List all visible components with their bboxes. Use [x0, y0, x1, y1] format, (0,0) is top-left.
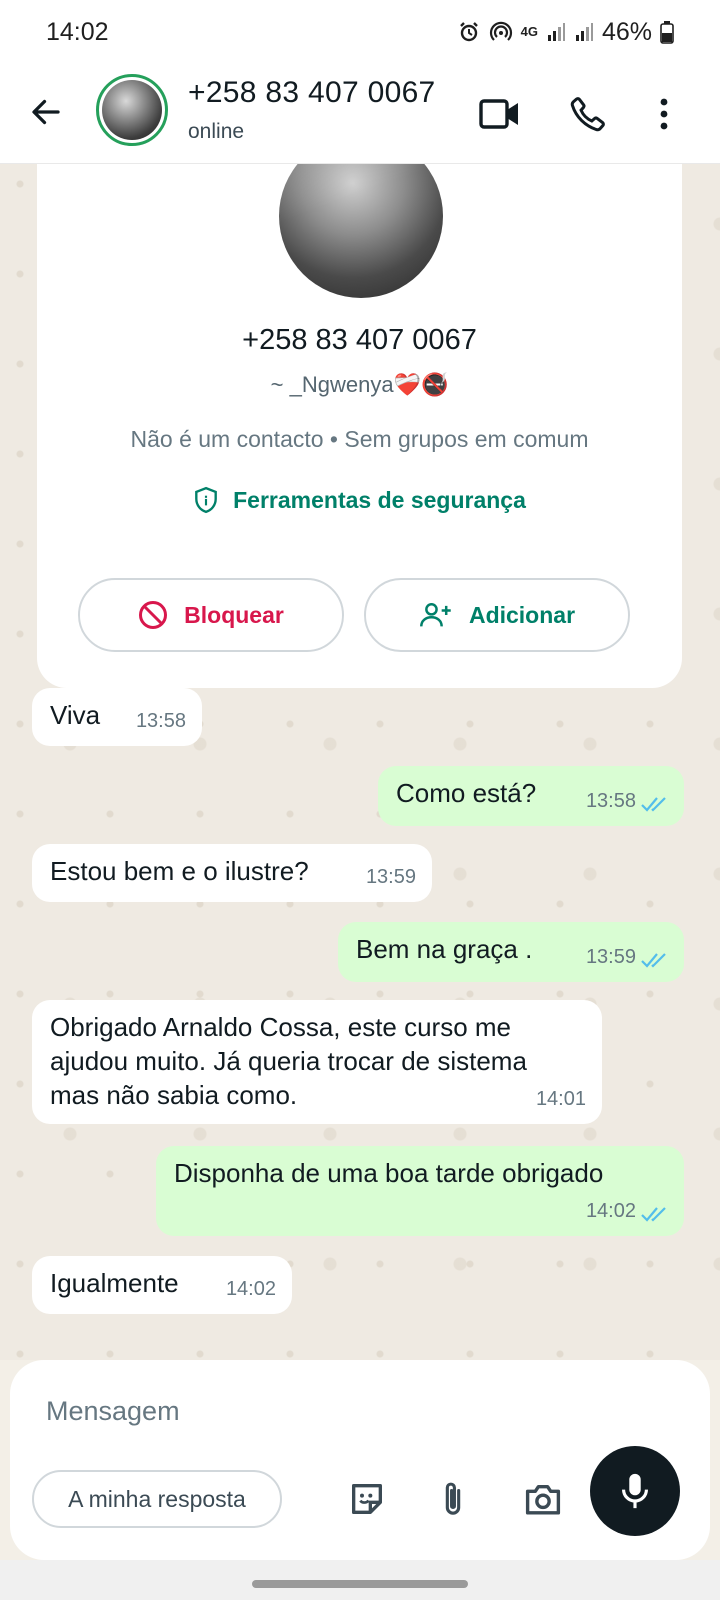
message-text: Como está? [396, 778, 537, 808]
message-text: Igualmente [50, 1268, 179, 1298]
message-time: 13:59 [585, 946, 636, 968]
message-text: Bem na graça . [356, 934, 533, 964]
4g-icon: 4G [520, 24, 538, 39]
mic-icon [622, 1473, 648, 1509]
message-text: Obrigado Arnaldo Cossa, este curso me aj… [50, 1012, 527, 1110]
card-contact-info: Não é um contacto • Sem grupos em comum [130, 426, 589, 452]
message-time: 14:02 [225, 1278, 276, 1300]
video-call-icon[interactable] [476, 90, 524, 138]
message-time: 13:59 [365, 866, 416, 888]
message-bubble-outgoing[interactable]: Como está? 13:58 [378, 766, 684, 826]
status-time: 14:02 [46, 17, 109, 46]
battery-icon [660, 21, 674, 44]
alarm-icon [459, 22, 478, 42]
safety-tools-label: Ferramentas de segurança [233, 486, 526, 513]
signal-icon [547, 23, 565, 41]
chat-header: +258 83 407 0067 online [0, 64, 720, 164]
shield-icon [195, 486, 218, 514]
message-text: Estou bem e o ilustre? [50, 856, 309, 886]
message-text: Viva [50, 700, 101, 730]
message-time: 13:58 [135, 710, 186, 732]
status-bar: 14:02 4G 46% [0, 0, 720, 64]
message-bubble-incoming[interactable]: Igualmente 14:02 [32, 1256, 292, 1314]
phone-icon[interactable] [564, 90, 612, 138]
contact-avatar[interactable] [96, 74, 168, 146]
add-label: Adicionar [468, 601, 576, 628]
contact-info-card: +258 83 407 0067 ~ _Ngwenya❤️‍🩹🚭 Não é u… [37, 164, 682, 688]
status-icons: 4G 46% [457, 18, 674, 47]
message-bubble-outgoing[interactable]: Disponha de uma boa tarde obrigado 14:02 [156, 1146, 684, 1236]
signal-icon [575, 23, 593, 41]
message-bubble-incoming[interactable]: Viva 13:58 [32, 688, 202, 746]
suggested-reply-chip[interactable]: A minha resposta [32, 1470, 282, 1528]
block-label: Bloquear [184, 601, 284, 628]
read-ticks-icon [641, 953, 666, 968]
add-contact-button[interactable]: Adicionar [364, 578, 630, 652]
message-input[interactable]: Mensagem [46, 1396, 180, 1427]
chat-area[interactable]: +258 83 407 0067 ~ _Ngwenya❤️‍🩹🚭 Não é u… [0, 164, 720, 1360]
system-nav-bar [0, 1560, 720, 1600]
contact-profile-photo[interactable] [279, 164, 443, 298]
read-ticks-icon [641, 797, 666, 812]
add-person-icon [419, 602, 451, 627]
mic-button[interactable] [590, 1446, 680, 1536]
more-vert-icon[interactable] [640, 90, 688, 138]
block-icon [139, 601, 168, 629]
message-bubble-incoming[interactable]: Estou bem e o ilustre? 13:59 [32, 844, 432, 902]
safety-tools-link[interactable]: Ferramentas de segurança [37, 486, 682, 514]
card-phone-number: +258 83 407 0067 [242, 324, 477, 356]
read-ticks-icon [641, 1207, 666, 1222]
hotspot-icon [489, 21, 512, 41]
sticker-icon[interactable] [342, 1474, 392, 1524]
block-button[interactable]: Bloquear [78, 578, 344, 652]
card-push-name: ~ _Ngwenya❤️‍🩹🚭 [270, 372, 449, 397]
message-bubble-outgoing[interactable]: Bem na graça . 13:59 [338, 922, 684, 982]
message-time: 14:02 [585, 1200, 636, 1222]
message-bubble-incoming[interactable]: Obrigado Arnaldo Cossa, este curso me aj… [32, 1000, 602, 1124]
contact-status: online [188, 120, 245, 143]
contact-title[interactable]: +258 83 407 0067 [188, 76, 436, 110]
message-text: Disponha de uma boa tarde obrigado [174, 1158, 604, 1188]
back-arrow-icon[interactable] [26, 92, 66, 132]
home-gesture-handle[interactable] [252, 1580, 468, 1588]
attach-icon[interactable] [428, 1474, 478, 1524]
battery-percent: 46% [601, 17, 652, 46]
camera-icon[interactable] [518, 1474, 568, 1524]
message-time: 13:58 [585, 790, 636, 812]
message-time: 14:01 [535, 1088, 586, 1110]
